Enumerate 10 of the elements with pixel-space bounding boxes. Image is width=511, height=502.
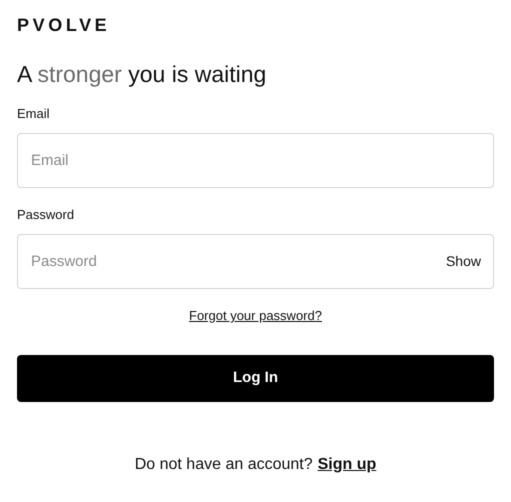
signup-link[interactable]: Sign up bbox=[318, 452, 376, 476]
show-password-button[interactable]: Show bbox=[446, 253, 481, 270]
login-button[interactable]: Log In bbox=[17, 354, 494, 402]
input-field[interactable]: Email bbox=[17, 133, 494, 188]
field-label: Password bbox=[17, 207, 74, 223]
logo: PVOLVE bbox=[17, 15, 110, 35]
signup-prompt: Do not have an account? bbox=[134, 454, 313, 474]
field-label: Email bbox=[17, 106, 50, 122]
forgot-password-link[interactable]: Forgot your password? bbox=[189, 306, 322, 326]
heading: A stronger you is waiting bbox=[17, 60, 266, 88]
